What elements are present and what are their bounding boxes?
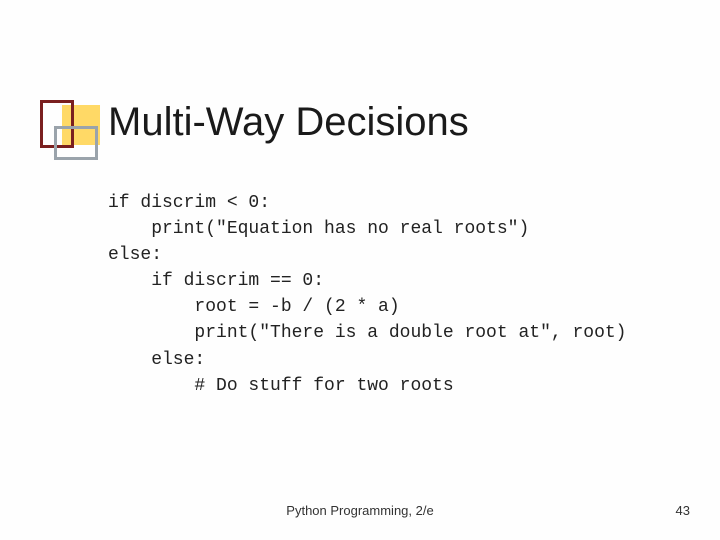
page-number: 43 bbox=[676, 503, 690, 518]
slide-title: Multi-Way Decisions bbox=[108, 100, 469, 145]
slide-decor-icon bbox=[40, 100, 110, 160]
code-block: if discrim < 0: print("Equation has no r… bbox=[108, 190, 626, 399]
footer-book-title: Python Programming, 2/e bbox=[0, 503, 720, 518]
